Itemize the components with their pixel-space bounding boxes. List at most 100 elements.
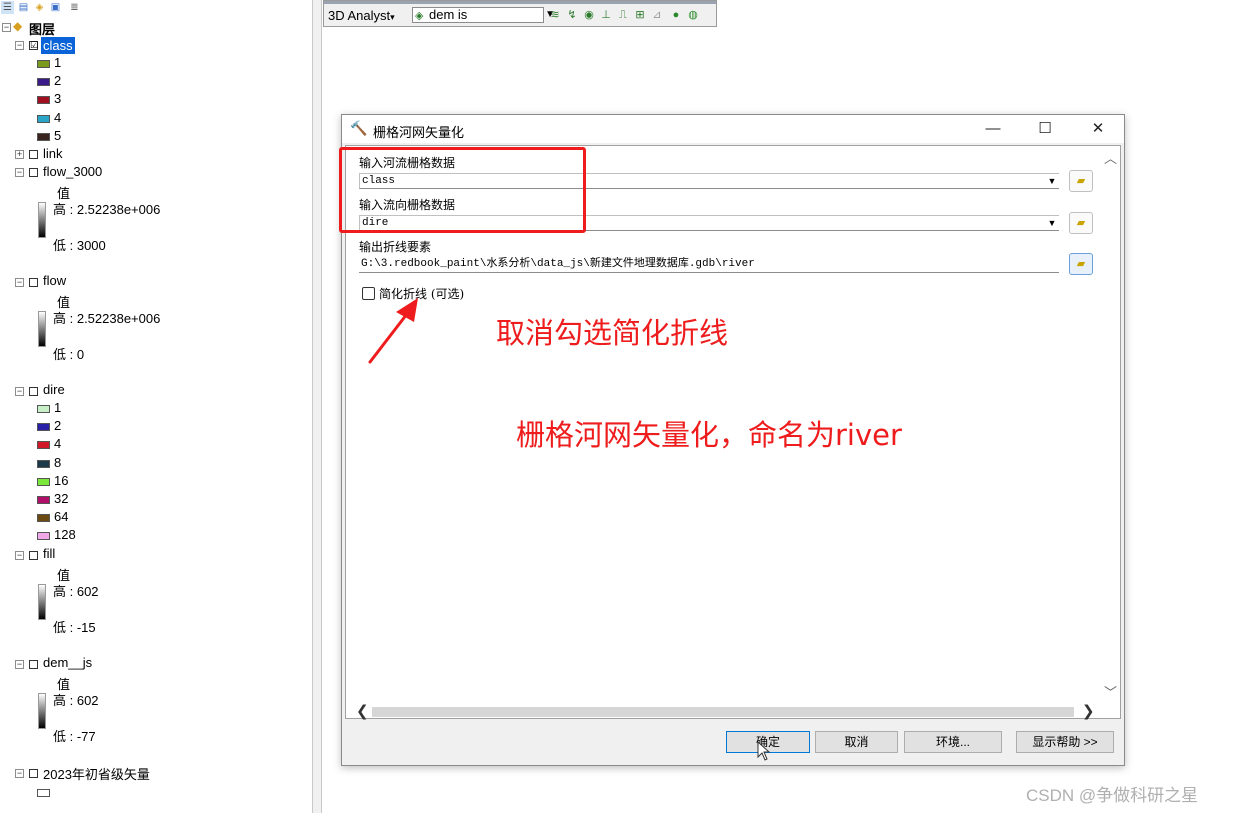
low-value: 低 : -77	[53, 729, 96, 744]
dialog-title: 栅格河网矢量化	[373, 125, 465, 140]
gradient-legend	[38, 311, 46, 347]
point-profile-icon[interactable]: ⊥	[599, 8, 613, 22]
scroll-up-icon[interactable]: ︿	[1104, 148, 1117, 167]
arcglobe-icon[interactable]: ◍	[686, 8, 700, 22]
layer-flow-name[interactable]: flow	[43, 273, 66, 288]
legend-swatch[interactable]	[37, 96, 50, 105]
browse-folder-icon[interactable]: ▰	[1069, 170, 1093, 192]
scrollbar-thumb[interactable]	[372, 707, 1074, 717]
layer-province-checkbox[interactable]	[29, 769, 38, 778]
chevron-down-icon[interactable]: ▼	[1046, 215, 1058, 231]
layer-class-name[interactable]: class	[41, 37, 75, 54]
legend-swatch[interactable]	[37, 496, 50, 504]
layer-link-checkbox[interactable]	[29, 150, 38, 159]
list-by-drawing-order-icon[interactable]: ☰	[1, 1, 14, 14]
expand-class-icon[interactable]: −	[15, 41, 24, 50]
layer-province-name[interactable]: 2023年初省级矢量	[43, 764, 150, 783]
annotation-uncheck-simplify: 取消勾选简化折线	[496, 316, 729, 350]
options-icon[interactable]: ≣	[68, 1, 81, 14]
layer-dropdown-value: dem is	[429, 7, 468, 22]
layer-flow3000-name[interactable]: flow_3000	[43, 164, 102, 179]
maximize-button[interactable]: ☐	[1030, 118, 1060, 140]
contour-icon[interactable]: ≋	[548, 8, 562, 22]
gradient-legend	[38, 584, 46, 620]
list-by-selection-icon[interactable]: ▣	[49, 1, 62, 14]
scroll-right-icon[interactable]: ❯	[1082, 702, 1095, 720]
dialog-titlebar[interactable]: 🔨 栅格河网矢量化 — ☐ ✕	[342, 115, 1124, 143]
gradient-legend	[38, 693, 46, 729]
legend-swatch[interactable]	[37, 405, 50, 413]
layer-flow-checkbox[interactable]	[29, 278, 38, 287]
legend-label: 32	[54, 491, 69, 506]
scroll-left-icon[interactable]: ❮	[356, 702, 369, 720]
cancel-button[interactable]: 取消	[815, 731, 898, 753]
legend-swatch[interactable]	[37, 78, 50, 87]
layer-dire-checkbox[interactable]	[29, 387, 38, 396]
chevron-down-icon[interactable]: ▼	[1046, 173, 1058, 189]
expand-province-icon[interactable]: −	[15, 769, 24, 778]
legend-label: 4	[54, 109, 62, 125]
environments-button[interactable]: 环境...	[904, 731, 1002, 753]
layer-class-checkbox[interactable]: ☑	[29, 41, 38, 50]
expand-demjs-icon[interactable]: −	[15, 660, 24, 669]
layer-demjs-name[interactable]: dem__js	[43, 655, 92, 670]
layer-demjs-checkbox[interactable]	[29, 660, 38, 669]
high-value: 高 : 602	[53, 693, 99, 708]
interpolate-line-icon[interactable]: ⎍	[616, 8, 630, 22]
annotation-arrow-icon	[368, 298, 418, 364]
legend-swatch[interactable]	[37, 459, 50, 468]
high-value: 高 : 602	[53, 584, 99, 599]
hammer-icon: 🔨	[350, 120, 368, 136]
close-button[interactable]: ✕	[1083, 118, 1113, 140]
high-value: 高 : 2.52238e+006	[53, 202, 161, 217]
expand-flow-icon[interactable]: −	[15, 278, 24, 287]
annotation-name-river: 栅格河网矢量化，命名为river	[516, 418, 902, 452]
layer-fill-name[interactable]: fill	[43, 546, 55, 561]
legend-label: 5	[54, 127, 62, 143]
watermark: CSDN @争做科研之星	[1026, 786, 1199, 805]
interpolate-polygon-icon[interactable]: ⊞	[633, 8, 647, 22]
legend-swatch[interactable]	[37, 132, 50, 141]
list-by-visibility-icon[interactable]: ◈	[33, 1, 46, 14]
list-by-source-icon[interactable]: ▤	[17, 1, 30, 14]
toc-splitter[interactable]	[312, 0, 322, 813]
expand-link-icon[interactable]: +	[15, 150, 24, 159]
layer-fill-checkbox[interactable]	[29, 551, 38, 560]
browse-folder-icon[interactable]: ▰	[1069, 212, 1093, 234]
gradient-legend	[38, 202, 46, 238]
profile-graph-icon[interactable]: ⊿	[650, 8, 664, 22]
layer-dire-name[interactable]: dire	[43, 382, 65, 397]
polygon-symbol	[37, 789, 50, 797]
toolbar-grip[interactable]	[324, 1, 716, 4]
arcscene-icon[interactable]: ●	[669, 8, 683, 22]
horizontal-scrollbar[interactable]: ❮ ❯	[356, 703, 1096, 720]
legend-swatch[interactable]	[37, 441, 50, 450]
legend-swatch[interactable]	[37, 514, 50, 523]
low-value: 低 : 0	[53, 347, 85, 362]
layer-link-name[interactable]: link	[43, 146, 63, 161]
3d-analyst-menu[interactable]: 3D Analyst▾	[328, 8, 395, 23]
scroll-down-icon[interactable]: ﹀	[1104, 682, 1117, 701]
expand-root-icon[interactable]: −	[2, 23, 11, 32]
show-help-button[interactable]: 显示帮助 >>	[1016, 731, 1114, 753]
high-value: 高 : 2.52238e+006	[53, 311, 161, 326]
output-polyline-field[interactable]: G:\3.redbook_paint\水系分析\data_js\新建文件地理数据…	[359, 257, 1059, 273]
steepest-path-icon[interactable]: ↯	[565, 8, 579, 22]
minimize-button[interactable]: —	[978, 118, 1008, 140]
legend-swatch[interactable]	[37, 60, 50, 68]
layer-dropdown[interactable]: ◈ dem is ▼	[412, 7, 555, 23]
legend-swatch[interactable]	[37, 477, 50, 486]
legend-swatch[interactable]	[37, 532, 50, 541]
expand-flow3000-icon[interactable]: −	[15, 168, 24, 177]
browse-folder-icon[interactable]: ▰	[1069, 253, 1093, 275]
layer-flow3000-checkbox[interactable]	[29, 168, 38, 177]
legend-label: 1	[54, 55, 62, 70]
legend-label: 3	[54, 91, 62, 107]
legend-swatch[interactable]	[37, 423, 50, 432]
low-value: 低 : 3000	[53, 238, 106, 253]
legend-swatch[interactable]	[37, 114, 50, 123]
root-layers-label: 图层	[29, 22, 56, 37]
expand-fill-icon[interactable]: −	[15, 551, 24, 560]
line-of-sight-icon[interactable]: ◉	[582, 8, 596, 22]
expand-dire-icon[interactable]: −	[15, 387, 24, 396]
